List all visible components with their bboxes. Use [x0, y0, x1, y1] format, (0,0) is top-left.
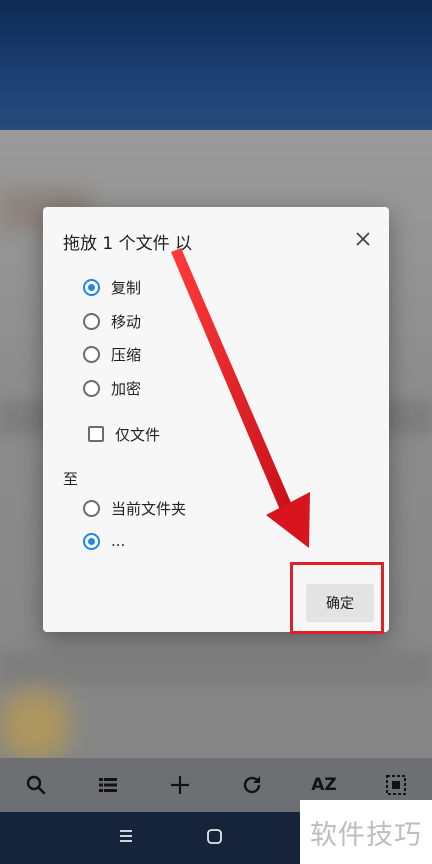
- option-move-label: 移动: [111, 312, 142, 331]
- destination-browse[interactable]: ...: [83, 528, 125, 554]
- add-icon: [171, 776, 189, 794]
- menu-icon: [120, 830, 132, 842]
- close-icon: [356, 232, 370, 246]
- option-encrypt-label: 加密: [111, 379, 142, 398]
- option-compress-label: 压缩: [111, 345, 142, 364]
- radio-current-folder[interactable]: [83, 499, 100, 517]
- option-copy[interactable]: 复制: [83, 274, 141, 300]
- blurred-row: [0, 650, 432, 686]
- destination-browse-label: ...: [111, 532, 126, 550]
- files-only-option[interactable]: 仅文件: [88, 421, 160, 447]
- watermark-text: 软件技巧: [310, 819, 422, 851]
- option-move[interactable]: 移动: [83, 308, 141, 334]
- files-only-label: 仅文件: [115, 425, 161, 444]
- sort-az-label: AZ: [311, 775, 337, 795]
- radio-copy[interactable]: [83, 278, 100, 296]
- add-button[interactable]: [160, 765, 200, 805]
- select-all-icon: [386, 775, 406, 795]
- option-compress[interactable]: 压缩: [83, 341, 141, 367]
- home-icon: [207, 829, 222, 844]
- option-copy-label: 复制: [111, 278, 142, 297]
- close-button[interactable]: [353, 229, 373, 249]
- select-all-button[interactable]: [376, 765, 416, 805]
- list-view-button[interactable]: [88, 765, 128, 805]
- sort-button[interactable]: AZ: [304, 765, 344, 805]
- radio-encrypt[interactable]: [83, 379, 100, 397]
- dialog-title: 拖放 1 个文件 以: [63, 234, 193, 254]
- refresh-button[interactable]: [232, 765, 272, 805]
- refresh-icon: [243, 776, 261, 794]
- search-button[interactable]: [16, 765, 56, 805]
- destination-section-label: 至: [63, 470, 79, 488]
- nav-home-button[interactable]: [205, 826, 225, 850]
- highlight-box: [290, 562, 384, 634]
- watermark: 软件技巧: [300, 800, 432, 864]
- search-icon: [26, 775, 46, 795]
- files-only-checkbox[interactable]: [88, 426, 104, 442]
- app-header-blurred: [0, 0, 432, 130]
- list-view-icon: [99, 778, 117, 792]
- radio-browse[interactable]: [83, 532, 100, 550]
- destination-current-folder[interactable]: 当前文件夹: [83, 495, 186, 521]
- destination-current-folder-label: 当前文件夹: [111, 499, 187, 518]
- radio-compress[interactable]: [83, 345, 100, 363]
- blurred-folder: [0, 690, 70, 760]
- nav-menu-button[interactable]: [118, 826, 134, 850]
- radio-move[interactable]: [83, 312, 100, 330]
- option-encrypt[interactable]: 加密: [83, 375, 141, 401]
